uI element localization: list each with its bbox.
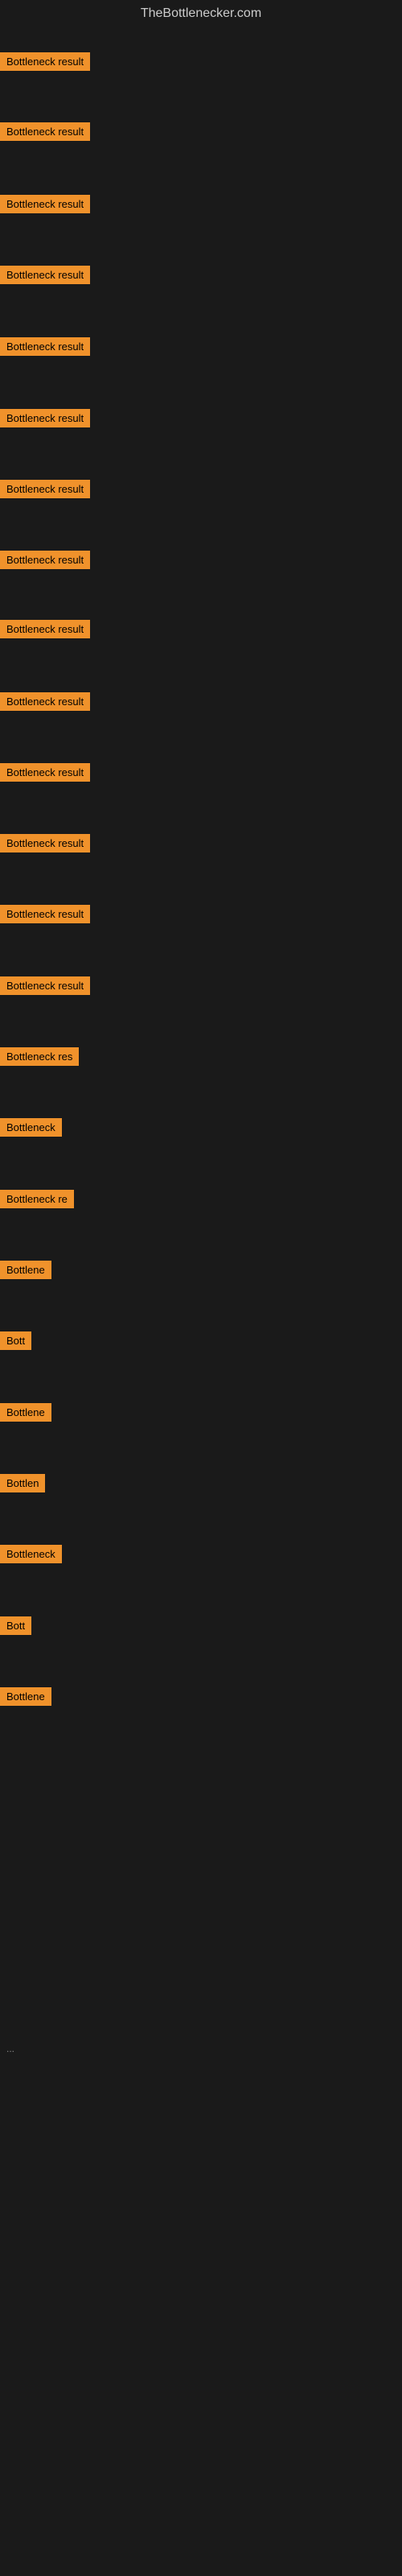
- row-wrapper-21: Bottleneck: [0, 1545, 62, 1567]
- row-wrapper-18: Bott: [0, 1331, 31, 1354]
- row-wrapper-11: Bottleneck result: [0, 834, 90, 857]
- bottleneck-badge-14[interactable]: Bottleneck res: [0, 1047, 79, 1066]
- bottleneck-badge-22[interactable]: Bott: [0, 1616, 31, 1635]
- bottleneck-badge-7[interactable]: Bottleneck result: [0, 551, 90, 569]
- bottleneck-badge-6[interactable]: Bottleneck result: [0, 480, 90, 498]
- ellipsis: ...: [6, 2043, 14, 2054]
- row-wrapper-17: Bottlene: [0, 1261, 51, 1283]
- row-wrapper-1: Bottleneck result: [0, 122, 90, 145]
- bottleneck-badge-8[interactable]: Bottleneck result: [0, 620, 90, 638]
- bottleneck-badge-17[interactable]: Bottlene: [0, 1261, 51, 1279]
- row-wrapper-4: Bottleneck result: [0, 337, 90, 360]
- bottleneck-badge-20[interactable]: Bottlen: [0, 1474, 45, 1492]
- row-wrapper-5: Bottleneck result: [0, 409, 90, 431]
- bottleneck-badge-16[interactable]: Bottleneck re: [0, 1190, 74, 1208]
- row-wrapper-10: Bottleneck result: [0, 763, 90, 786]
- bottleneck-badge-0[interactable]: Bottleneck result: [0, 52, 90, 71]
- site-title: TheBottlenecker.com: [0, 0, 402, 31]
- bottleneck-badge-15[interactable]: Bottleneck: [0, 1118, 62, 1137]
- row-wrapper-16: Bottleneck re: [0, 1190, 74, 1212]
- row-wrapper-13: Bottleneck result: [0, 976, 90, 999]
- row-wrapper-9: Bottleneck result: [0, 692, 90, 715]
- bottleneck-badge-3[interactable]: Bottleneck result: [0, 266, 90, 284]
- bottleneck-badge-18[interactable]: Bott: [0, 1331, 31, 1350]
- bottleneck-badge-2[interactable]: Bottleneck result: [0, 195, 90, 213]
- row-wrapper-12: Bottleneck result: [0, 905, 90, 927]
- row-wrapper-6: Bottleneck result: [0, 480, 90, 502]
- row-wrapper-3: Bottleneck result: [0, 266, 90, 288]
- row-wrapper-8: Bottleneck result: [0, 620, 90, 642]
- bottleneck-badge-4[interactable]: Bottleneck result: [0, 337, 90, 356]
- row-wrapper-2: Bottleneck result: [0, 195, 90, 217]
- row-wrapper-15: Bottleneck: [0, 1118, 62, 1141]
- row-wrapper-14: Bottleneck res: [0, 1047, 79, 1070]
- row-wrapper-0: Bottleneck result: [0, 52, 90, 75]
- bottleneck-badge-1[interactable]: Bottleneck result: [0, 122, 90, 141]
- bottleneck-badge-19[interactable]: Bottlene: [0, 1403, 51, 1422]
- row-wrapper-19: Bottlene: [0, 1403, 51, 1426]
- content-area: Bottleneck result Bottleneck result Bottle…: [0, 31, 402, 2566]
- bottleneck-badge-9[interactable]: Bottleneck result: [0, 692, 90, 711]
- bottleneck-badge-21[interactable]: Bottleneck: [0, 1545, 62, 1563]
- bottleneck-badge-5[interactable]: Bottleneck result: [0, 409, 90, 427]
- bottleneck-badge-10[interactable]: Bottleneck result: [0, 763, 90, 782]
- bottleneck-badge-12[interactable]: Bottleneck result: [0, 905, 90, 923]
- row-wrapper-20: Bottlen: [0, 1474, 45, 1496]
- row-wrapper-7: Bottleneck result: [0, 551, 90, 573]
- bottleneck-badge-13[interactable]: Bottleneck result: [0, 976, 90, 995]
- row-wrapper-23: Bottlene: [0, 1687, 51, 1710]
- bottleneck-badge-23[interactable]: Bottlene: [0, 1687, 51, 1706]
- bottleneck-badge-11[interactable]: Bottleneck result: [0, 834, 90, 852]
- row-wrapper-22: Bott: [0, 1616, 31, 1639]
